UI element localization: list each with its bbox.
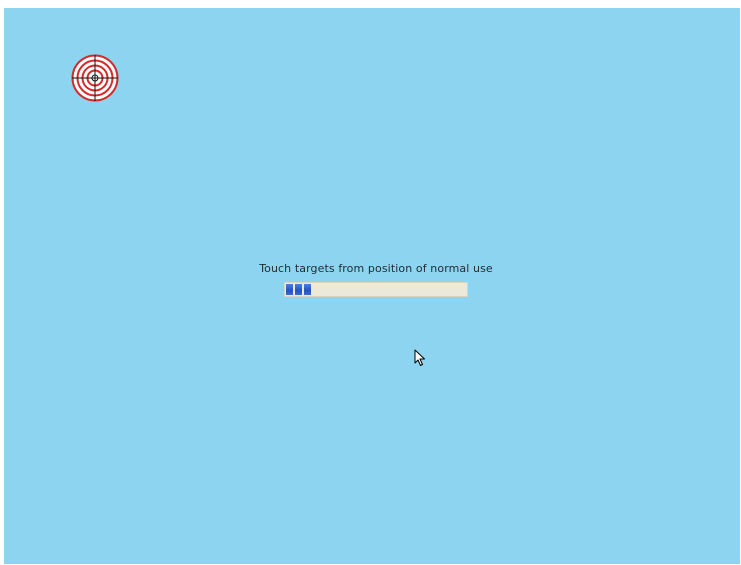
crosshair-target-icon[interactable] bbox=[71, 54, 119, 102]
progress-block bbox=[286, 284, 293, 295]
mouse-pointer-icon bbox=[414, 349, 425, 366]
progress-fill bbox=[286, 284, 313, 295]
calibration-progress-bar bbox=[284, 282, 468, 297]
calibration-screen[interactable]: Touch targets from position of normal us… bbox=[4, 8, 740, 564]
progress-block bbox=[295, 284, 302, 295]
calibration-instruction: Touch targets from position of normal us… bbox=[259, 262, 493, 275]
progress-block bbox=[304, 284, 311, 295]
